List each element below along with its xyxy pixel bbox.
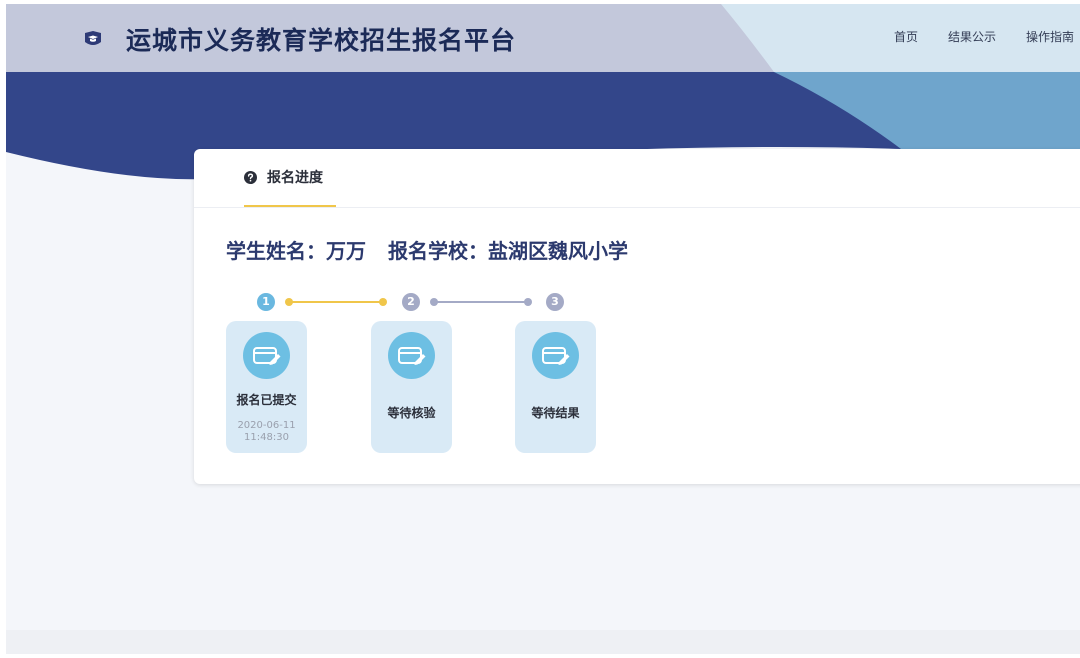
step-label: 等待核验 — [387, 406, 436, 420]
question-circle-icon — [244, 170, 257, 184]
step-label: 报名已提交 — [236, 393, 297, 407]
tab-divider — [194, 207, 1080, 208]
student-info: 学生姓名：万万 报名学校：盐湖区魏风小学 — [226, 235, 628, 264]
student-name-label: 学生姓名： — [226, 239, 326, 263]
progress-card: 报名进度 学生姓名：万万 报名学校：盐湖区魏风小学 1 2 3 报名已提交 20… — [194, 149, 1080, 484]
nav-results[interactable]: 结果公示 — [948, 28, 996, 45]
card-edit-icon — [397, 346, 425, 365]
step-label: 等待结果 — [531, 406, 580, 420]
step-timestamp: 2020-06-11 11:48:30 — [226, 420, 307, 444]
step-number-1: 1 — [257, 293, 275, 311]
app-frame: 运城市义务教育学校招生报名平台 首页 结果公示 操作指南 报名进度 学生姓名：万… — [6, 4, 1080, 654]
school-name: 盐湖区魏风小学 — [488, 239, 628, 263]
card-edit-icon — [541, 346, 569, 365]
step-card-submitted: 报名已提交 2020-06-11 11:48:30 — [226, 321, 307, 453]
step-card-verify: 等待核验 — [371, 321, 452, 453]
site-title: 运城市义务教育学校招生报名平台 — [126, 26, 517, 55]
top-nav: 首页 结果公示 操作指南 — [864, 28, 1074, 45]
step-icon-circle — [243, 332, 290, 379]
step-time: 11:48:30 — [244, 432, 289, 443]
footer-band — [6, 630, 1080, 654]
card-edit-icon — [252, 346, 280, 365]
tab-progress[interactable]: 报名进度 — [244, 149, 336, 207]
step-date: 2020-06-11 — [237, 420, 296, 431]
step-number-2: 2 — [402, 293, 420, 311]
step-number-3: 3 — [546, 293, 564, 311]
tab-label: 报名进度 — [267, 170, 323, 186]
step-icon-circle — [388, 332, 435, 379]
school-label: 报名学校： — [388, 239, 488, 263]
nav-home[interactable]: 首页 — [894, 28, 918, 45]
student-name: 万万 — [326, 239, 366, 263]
step-card-result: 等待结果 — [515, 321, 596, 453]
nav-guide[interactable]: 操作指南 — [1026, 28, 1074, 45]
graduation-cap-icon — [85, 31, 101, 45]
site-branding: 运城市义务教育学校招生报名平台 — [82, 21, 516, 57]
step-icon-circle — [532, 332, 579, 379]
